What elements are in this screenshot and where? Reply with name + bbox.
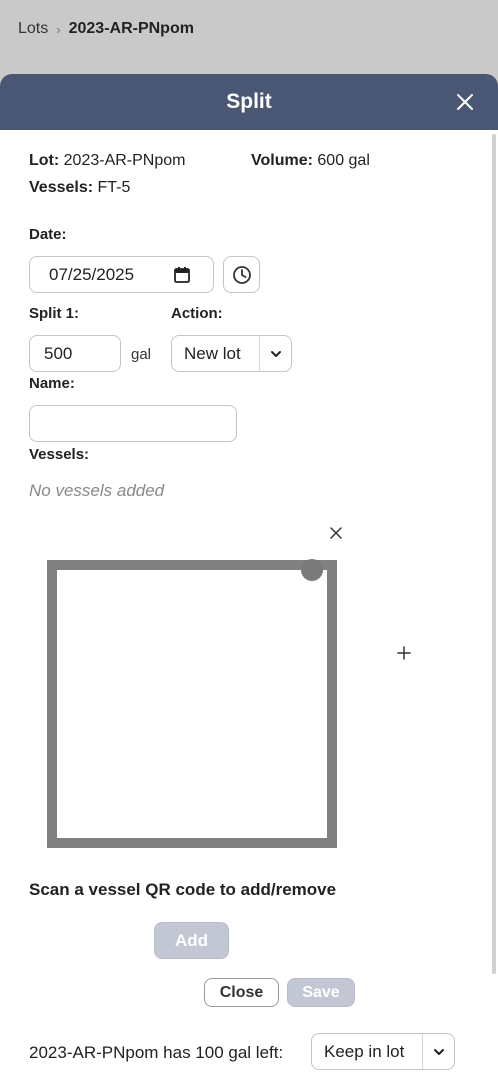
save-button[interactable]: Save xyxy=(287,978,355,1007)
lot-label: Lot: xyxy=(29,152,60,169)
add-vessel-button[interactable]: Add xyxy=(154,922,229,959)
split-vessels-label: Vessels: xyxy=(29,446,90,463)
scan-instructions: Scan a vessel QR code to add/remove xyxy=(29,880,337,899)
modal-header: Split xyxy=(0,74,498,130)
split-amount-input[interactable] xyxy=(29,335,121,372)
remaining-volume-text: 2023-AR-PNpom has 100 gal left: xyxy=(29,1043,284,1062)
close-button[interactable]: Close xyxy=(204,978,279,1007)
plus-icon[interactable] xyxy=(396,645,412,661)
remaining-action-select[interactable]: Keep in lot xyxy=(311,1033,455,1070)
vessels-value: FT-5 xyxy=(97,179,131,196)
breadcrumb: Lots › 2023-AR-PNpom xyxy=(18,20,194,38)
lot-info: Lot: 2023-AR-PNpom xyxy=(29,152,185,170)
split-unit: gal xyxy=(131,346,152,363)
qr-scanner-frame xyxy=(47,560,337,848)
modal-scrollbar[interactable] xyxy=(492,134,496,974)
split-label: Split 1: xyxy=(29,305,80,322)
no-vessels-text: No vessels added xyxy=(29,481,165,500)
modal-title: Split xyxy=(226,90,272,113)
name-input[interactable] xyxy=(29,405,237,442)
date-label: Date: xyxy=(29,226,67,243)
chevron-down-icon xyxy=(259,336,291,371)
action-label: Action: xyxy=(171,305,223,322)
breadcrumb-lots-link[interactable]: Lots xyxy=(18,20,48,38)
date-input[interactable]: 07/25/2025 xyxy=(29,256,214,293)
volume-info: Volume: 600 gal xyxy=(251,152,370,170)
chevron-down-icon xyxy=(422,1034,454,1069)
breadcrumb-current: 2023-AR-PNpom xyxy=(68,20,194,37)
clock-icon xyxy=(232,265,252,285)
close-icon[interactable] xyxy=(454,91,476,113)
action-select-value: New lot xyxy=(184,343,241,363)
date-value: 07/25/2025 xyxy=(49,264,135,284)
volume-label: Volume: xyxy=(251,152,313,169)
split-modal: Split Lot: 2023-AR-PNpom Volume: 600 gal… xyxy=(0,74,498,1084)
time-button[interactable] xyxy=(223,256,260,293)
calendar-icon[interactable] xyxy=(173,264,195,286)
vessels-label: Vessels: xyxy=(29,179,94,196)
breadcrumb-separator: › xyxy=(56,21,61,37)
lot-value: 2023-AR-PNpom xyxy=(63,152,186,169)
action-select[interactable]: New lot xyxy=(171,335,292,372)
name-label: Name: xyxy=(29,375,75,392)
vessels-info: Vessels: FT-5 xyxy=(29,179,130,197)
volume-value: 600 gal xyxy=(317,152,370,169)
remove-icon[interactable] xyxy=(328,525,344,541)
remaining-action-value: Keep in lot xyxy=(324,1041,405,1061)
scanner-indicator xyxy=(301,559,323,581)
